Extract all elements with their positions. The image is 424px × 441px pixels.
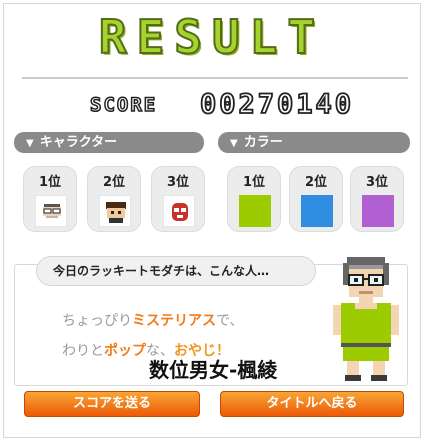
color-rank-card: 2位 [289,166,343,232]
color-rank-card: 3位 [350,166,404,232]
watermark-text: 数位男女-楓綾 [149,358,278,382]
color-swatch [362,195,394,227]
color-swatch [301,195,333,227]
score-value: 00270140 [199,88,355,121]
color-section-header: ▼ カラー [218,132,410,153]
rank-label: 3位 [365,175,389,190]
rank-label: 1位 [38,175,62,190]
result-title: RESULT [98,9,326,65]
rank-label: 3位 [166,175,190,190]
description-line-1: ちょっぴりミステリアスで、 [62,310,243,330]
old-man-avatar [333,257,399,381]
lucky-friend-headline: 今日のラッキートモダチは、こんな人… [36,256,316,286]
character-rank-card: 3位 [151,166,205,232]
red-mask-face-icon [172,203,188,221]
color-section-label: カラー [243,135,283,150]
triangle-down-icon: ▼ [26,138,34,149]
title-divider [22,77,408,79]
brown-hair-face-icon [106,202,126,223]
description-text: ちょっぴり [62,313,132,329]
description-text: で、 [216,313,244,329]
rank-label: 2位 [304,175,328,190]
color-rank-card: 1位 [227,166,281,232]
glasses-old-man-face-icon [43,204,61,218]
description-highlight: ミステリアス [132,313,216,329]
back-to-title-button[interactable]: タイトルへ戻る [220,391,404,417]
send-score-button[interactable]: スコアを送る [24,391,200,417]
character-section-header: ▼ キャラクター [14,132,204,153]
character-rank-slot [35,195,67,227]
rank-label: 1位 [242,175,266,190]
score-label: SCORE [89,93,158,117]
character-section-label: キャラクター [39,135,118,150]
triangle-down-icon: ▼ [230,138,238,149]
character-rank-slot [163,195,195,227]
description-text: わりと [62,343,104,359]
character-rank-card: 1位 [23,166,77,232]
color-swatch [239,195,271,227]
rank-label: 2位 [102,175,126,190]
description-highlight: ポップ [104,343,146,359]
character-rank-card: 2位 [87,166,141,232]
character-rank-slot [99,195,131,227]
